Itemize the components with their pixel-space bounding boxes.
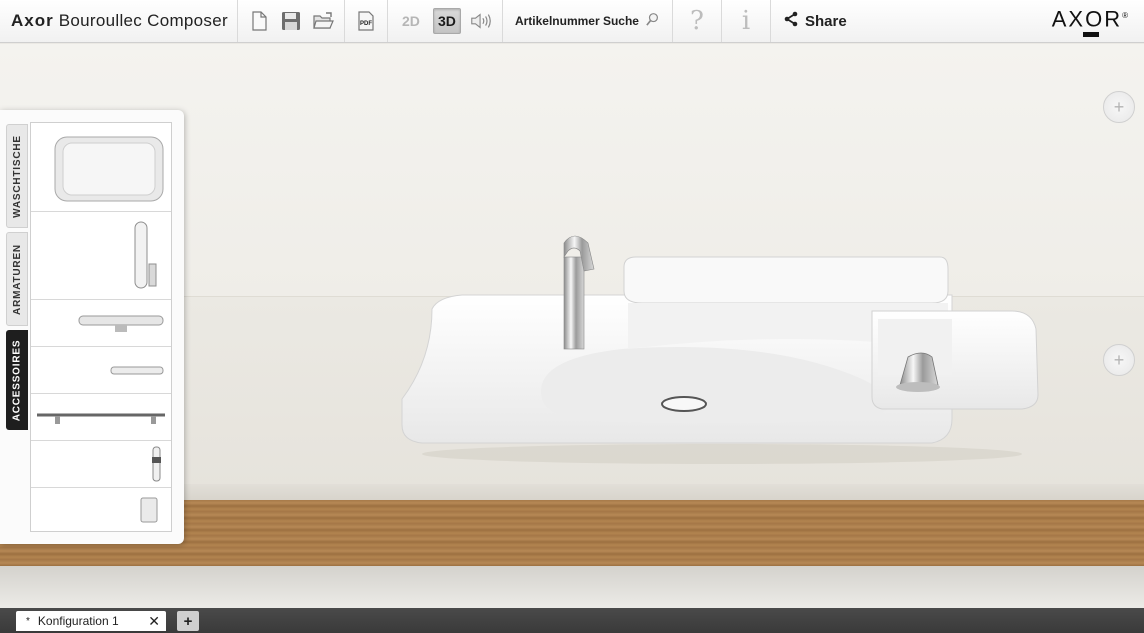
article-number-search-label: Artikelnummer Suche bbox=[514, 14, 639, 28]
catalog-item-washbasin[interactable] bbox=[31, 123, 171, 212]
brand-subline bbox=[1082, 31, 1099, 37]
open-folder-icon[interactable] bbox=[311, 8, 335, 34]
app-title-brand: Axor bbox=[11, 11, 54, 30]
brand-logo-text: AXOR® bbox=[1052, 5, 1130, 30]
info-icon-glyph: i bbox=[741, 6, 751, 36]
3d-stage[interactable]: + + WASCHTISCHE ARMATUREN ACCESSOIRES bbox=[0, 44, 1144, 608]
small-fitting-thumbnail bbox=[152, 446, 161, 482]
share-button[interactable]: Share bbox=[783, 11, 847, 31]
towel-bar-thumbnail bbox=[37, 413, 165, 424]
share-section: Share bbox=[771, 0, 859, 42]
app-title-section: Axor Bouroullec Composer bbox=[0, 0, 238, 42]
document-tab-bar: * Konfiguration 1 ✕ + bbox=[0, 608, 1144, 633]
new-document-icon[interactable] bbox=[247, 8, 271, 34]
brand-registered-mark: ® bbox=[1122, 11, 1130, 21]
add-element-middle-button[interactable]: + bbox=[1103, 344, 1135, 376]
save-icon[interactable] bbox=[279, 8, 303, 34]
washbasin-model[interactable] bbox=[392, 199, 1052, 469]
view-mode-section: 2D 3D bbox=[388, 0, 503, 42]
tab-washbasins[interactable]: WASCHTISCHE bbox=[6, 124, 28, 228]
file-actions bbox=[238, 0, 345, 42]
tab-fittings[interactable]: ARMATUREN bbox=[6, 232, 28, 326]
help-icon-glyph: ? bbox=[690, 6, 704, 36]
article-number-search[interactable]: Artikelnummer Suche bbox=[515, 12, 660, 30]
help-section: ? bbox=[673, 0, 722, 42]
unsaved-marker: * bbox=[26, 615, 30, 627]
add-tab-button[interactable]: + bbox=[177, 611, 199, 631]
toolbar: Axor Bouroullec Composer PDF 2D 3D Artik… bbox=[0, 0, 1144, 43]
tab-accessories-label: ACCESSOIRES bbox=[11, 339, 23, 421]
faucet-thumbnail bbox=[134, 221, 157, 289]
catalog-item-small-fitting[interactable] bbox=[31, 441, 171, 488]
brand-logo-word: AXOR bbox=[1051, 6, 1123, 32]
pdf-icon[interactable]: PDF bbox=[354, 8, 378, 34]
catalog-item-holder[interactable] bbox=[31, 488, 171, 531]
small-shelf-thumbnail bbox=[110, 366, 164, 375]
washbasin-thumbnail bbox=[54, 136, 164, 202]
catalog-item-list bbox=[30, 122, 172, 532]
mode-3d-button[interactable]: 3D bbox=[432, 8, 461, 34]
close-icon[interactable]: ✕ bbox=[148, 613, 160, 630]
magnifier-icon bbox=[645, 12, 660, 30]
holder-thumbnail bbox=[140, 497, 158, 523]
countertop-shadow bbox=[0, 566, 1144, 608]
shelf-bowl-thumbnail bbox=[78, 315, 164, 332]
share-label: Share bbox=[804, 12, 847, 30]
info-icon[interactable]: i bbox=[734, 6, 758, 36]
add-element-top-button[interactable]: + bbox=[1103, 91, 1135, 123]
tab-fittings-label: ARMATUREN bbox=[11, 243, 23, 315]
help-icon[interactable]: ? bbox=[685, 6, 709, 36]
pdf-icon-label: PDF bbox=[360, 21, 372, 27]
document-tab-label: Konfiguration 1 bbox=[37, 614, 119, 628]
tab-accessories[interactable]: ACCESSOIRES bbox=[6, 330, 28, 430]
share-icon bbox=[783, 11, 799, 31]
tab-washbasins-label: WASCHTISCHE bbox=[11, 134, 23, 218]
app-title: Axor Bouroullec Composer bbox=[9, 11, 228, 31]
mode-2d-button[interactable]: 2D bbox=[397, 8, 425, 34]
pdf-section: PDF bbox=[345, 0, 388, 42]
search-section: Artikelnummer Suche bbox=[503, 0, 673, 42]
document-tab-configuration-1[interactable]: * Konfiguration 1 ✕ bbox=[16, 611, 166, 631]
axor-logo[interactable]: AXOR® bbox=[1052, 0, 1144, 42]
info-section: i bbox=[722, 0, 771, 42]
catalog-item-shelf-bowl[interactable] bbox=[31, 300, 171, 347]
catalog-item-towel-bar[interactable] bbox=[31, 394, 171, 441]
catalog-panel: WASCHTISCHE ARMATUREN ACCESSOIRES bbox=[0, 110, 184, 544]
catalog-item-small-shelf[interactable] bbox=[31, 347, 171, 394]
speaker-icon[interactable] bbox=[469, 8, 493, 34]
catalog-item-faucet[interactable] bbox=[31, 212, 171, 300]
app-title-rest: Bouroullec Composer bbox=[58, 11, 228, 30]
